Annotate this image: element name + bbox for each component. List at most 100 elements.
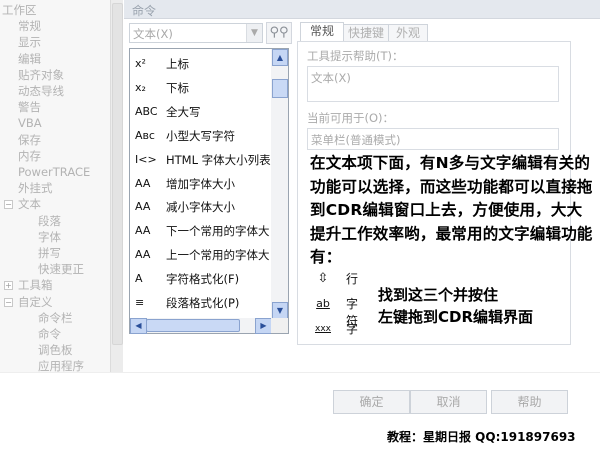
cancel-button[interactable]: 取消 — [410, 390, 487, 414]
command-label: 上标 — [166, 57, 189, 71]
tree-toggle-icon[interactable]: − — [4, 297, 13, 307]
tree-item[interactable]: 外挂式 — [18, 180, 53, 196]
command-icon: ABC — [135, 104, 158, 118]
command-item[interactable]: ABC 全大写 — [130, 100, 272, 124]
tab-appearance[interactable]: 外观 — [388, 24, 428, 42]
character-spacing-icon: ab — [316, 297, 330, 310]
tutorial-credit: 教程：星期日报 QQ:191897693 — [387, 430, 576, 444]
command-label: 小型大写字符 — [166, 128, 235, 143]
tree-item[interactable]: 警告 — [18, 99, 41, 115]
command-icon: AA — [135, 200, 151, 214]
command-item[interactable]: x₂ 下标 — [130, 76, 272, 100]
tree-item[interactable]: 常规 — [18, 18, 41, 34]
tree-item[interactable]: 工具箱 — [18, 277, 53, 293]
tab-shortcut[interactable]: 快捷键 — [343, 24, 389, 42]
tree-item[interactable]: 字体 — [38, 229, 61, 245]
command-item[interactable]: AA 上一个常用的字体大 — [130, 243, 272, 267]
command-list[interactable]: x² 上标 x₂ 下标 ABC 全大写 Aʙᴄ 小型大写字符 I<> HTML 字体大小列表 AA 增… — [129, 48, 273, 320]
command-label: 上一个常用的字体大 — [166, 248, 270, 263]
command-label: 字符格式化(F) — [166, 272, 240, 287]
command-icon: ≡ — [135, 296, 145, 309]
command-label: 增加字体大小 — [166, 176, 235, 191]
command-item[interactable]: A 字符格式化(F) — [130, 267, 272, 291]
chevron-down-icon[interactable]: ▼ — [246, 24, 262, 42]
annotation-tool-label: 行 — [346, 272, 359, 286]
command-icon: Aʙᴄ — [135, 128, 155, 142]
category-select[interactable]: 文本(X) ▼ — [129, 23, 263, 43]
command-item[interactable]: x² 上标 — [130, 52, 272, 76]
tree-item[interactable]: 动态导线 — [18, 83, 64, 99]
command-label: 下标 — [166, 80, 189, 95]
command-item[interactable]: Aʙᴄ 小型大写字符 — [130, 124, 272, 148]
command-icon: I<> — [135, 152, 157, 166]
tree-item[interactable]: 编辑 — [18, 51, 41, 67]
tooltip-help-label: 工具提示帮助(T)： — [307, 49, 404, 63]
tree-item[interactable]: 命令栏 — [38, 310, 73, 326]
command-icon: AA — [135, 224, 151, 238]
tree-toggle-icon[interactable]: + — [4, 281, 13, 291]
tooltip-help-value: 文本(X) — [311, 71, 351, 85]
command-item[interactable]: I<> HTML 字体大小列表 — [130, 148, 272, 172]
category-select-value: 文本(X) — [133, 27, 173, 41]
command-icon: AA — [135, 248, 151, 262]
command-item[interactable]: ≡ 段落格式化(P) — [130, 291, 272, 315]
tree-item[interactable]: 文本 — [18, 196, 41, 212]
binoculars-icon: ⚲⚲ — [269, 25, 289, 40]
tree-item[interactable]: 显示 — [18, 34, 41, 50]
available-label: 当前可用于(O)： — [307, 111, 395, 125]
tree-item[interactable]: 自定义 — [18, 294, 53, 310]
command-icon: AA — [135, 176, 151, 190]
vscroll-thumb[interactable] — [272, 79, 288, 98]
tree-item[interactable]: VBA — [18, 115, 42, 131]
command-label: 段落格式化(P) — [166, 296, 240, 310]
scroll-corner — [271, 318, 289, 334]
scroll-left-icon[interactable]: ◀ — [130, 318, 147, 334]
find-button[interactable]: ⚲⚲ — [266, 22, 292, 44]
tree-item[interactable]: PowerTRACE — [18, 164, 90, 180]
word-spacing-icon: xxx — [315, 324, 331, 334]
command-label: 下一个常用的字体大 — [166, 224, 270, 239]
tree-item[interactable]: 快速更正 — [38, 261, 84, 277]
tree-item[interactable]: 段落 — [38, 213, 61, 229]
command-icon: x² — [135, 57, 146, 70]
annotation-text: 在文本项下面，有N多与文字编辑有关的功能可以选择，而这些功能都可以直接拖到CDR… — [310, 154, 593, 266]
scroll-down-icon[interactable]: ▼ — [272, 302, 288, 319]
annotation-hint-line2: 左键拖到CDR编辑界面 — [378, 308, 534, 326]
line-spacing-icon: ⇳ — [317, 271, 329, 286]
tree-item[interactable]: 保存 — [18, 132, 41, 148]
tooltip-help-field[interactable]: 文本(X) — [307, 66, 559, 102]
annotation-tool-label: 字 — [346, 322, 359, 336]
command-icon: A — [135, 272, 143, 286]
tree-item[interactable]: 工作区 — [2, 2, 37, 18]
tree-item[interactable]: 内存 — [18, 148, 41, 164]
tree-item[interactable]: 调色板 — [38, 342, 73, 358]
help-button[interactable]: 帮助 — [491, 390, 568, 414]
tree-item[interactable]: 命令 — [38, 326, 61, 342]
available-field[interactable]: 菜单栏(普通模式) — [307, 128, 559, 150]
annotation-hint: 找到这三个并按住 左键拖到CDR编辑界面 — [378, 284, 533, 328]
scroll-up-icon[interactable]: ▲ — [272, 49, 288, 66]
command-label: 减小字体大小 — [166, 200, 235, 215]
scroll-right-icon[interactable]: ▶ — [255, 318, 272, 334]
dialog-divider — [0, 372, 600, 373]
tree-item[interactable]: 拼写 — [38, 245, 61, 261]
command-icon: x₂ — [135, 80, 146, 94]
tab-general[interactable]: 常规 — [300, 22, 344, 42]
command-label: 全大写 — [166, 104, 201, 119]
command-list-vscrollbar[interactable]: ▲ ▼ — [271, 48, 289, 320]
tree-toggle-icon[interactable]: − — [4, 200, 13, 210]
command-list-hscrollbar[interactable]: ◀ ▶ — [129, 318, 273, 334]
tree-item[interactable]: 贴齐对象 — [18, 67, 64, 83]
command-item[interactable]: AA 下一个常用的字体大 — [130, 219, 272, 243]
command-item[interactable]: AA 减小字体大小 — [130, 195, 272, 219]
available-value: 菜单栏(普通模式) — [311, 133, 401, 147]
options-tree: 工作区 常规 显示 编辑 贴齐对象 动态导线 警告 VBA 保存 内存 PowerTRACE 外挂式 −… — [0, 0, 110, 373]
command-item[interactable]: AA 增加字体大小 — [130, 172, 272, 196]
panel-header: 命令 — [124, 0, 600, 19]
annotation-hint-line1: 找到这三个并按住 — [378, 286, 499, 304]
panel-title: 命令 — [132, 4, 157, 18]
ok-button[interactable]: 确定 — [333, 390, 410, 414]
hscroll-thumb[interactable] — [146, 319, 240, 332]
tree-scrollbar[interactable] — [110, 0, 123, 372]
tree-scrollbar-thumb[interactable] — [112, 3, 123, 345]
